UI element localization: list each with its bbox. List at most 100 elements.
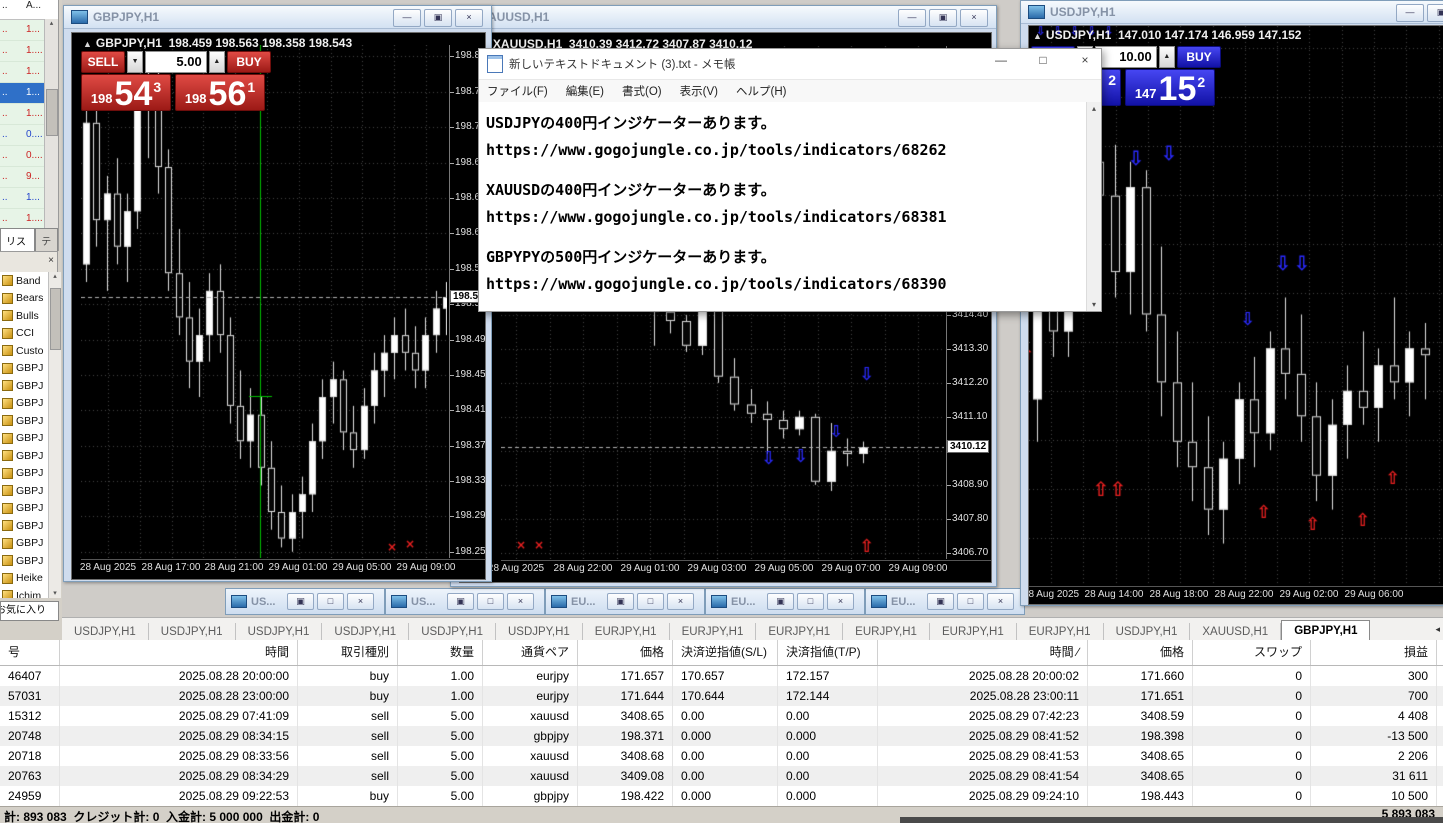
close-button[interactable]: × (667, 593, 694, 610)
market-watch-col-ask[interactable]: A... (26, 0, 46, 19)
maximize-button[interactable]: □ (1033, 53, 1053, 67)
column-header[interactable]: 時間 (60, 640, 298, 665)
restore-button[interactable]: ▣ (287, 593, 314, 610)
scroll-up-icon[interactable]: ▴ (1087, 104, 1101, 113)
restore-button[interactable]: ▣ (447, 593, 474, 610)
close-icon[interactable]: × (48, 255, 54, 266)
table-row[interactable]: 20763 2025.08.29 08:34:29 sell 5.00 xauusd 34… (0, 766, 1443, 786)
buy-price-display[interactable]: 147 15 2 (1125, 69, 1215, 106)
horizontal-scrollbar[interactable] (900, 817, 1443, 823)
column-header[interactable]: 号 (0, 640, 60, 665)
chart-tab-9-eurjpy-h1[interactable]: EURJPY,H1 (843, 623, 930, 641)
scroll-down-icon[interactable]: ▾ (49, 589, 61, 597)
menu-item[interactable]: 編集(E) (566, 83, 604, 99)
tab-overflow-icon[interactable]: ◂ (1435, 624, 1440, 635)
close-button[interactable]: × (1075, 53, 1095, 67)
chart-tab-2-usdjpy-h1[interactable]: USDJPY,H1 (236, 623, 323, 641)
close-button[interactable]: × (827, 593, 854, 610)
column-header[interactable]: 取引種別 (298, 640, 398, 665)
column-header[interactable]: スワップ (1193, 640, 1311, 665)
volume-input[interactable]: 5.00 (145, 51, 207, 73)
chart-tab-5-usdjpy-h1[interactable]: USDJPY,H1 (496, 623, 583, 641)
chart-area-gbpjpy[interactable]: ▲ GBPJPY,H1 198.459 198.563 198.358 198.5… (71, 32, 486, 580)
close-button[interactable]: × (987, 593, 1014, 610)
minimized-chart-window[interactable]: EU... ▣ □ × (705, 588, 865, 615)
chart-tab-6-eurjpy-h1[interactable]: EURJPY,H1 (583, 623, 670, 641)
market-watch-header[interactable]: .. A... (0, 0, 58, 20)
restore-button[interactable]: ▣ (1427, 4, 1443, 22)
minimize-button[interactable]: — (1396, 4, 1424, 22)
collapse-icon[interactable]: ▲ (1033, 31, 1042, 41)
chart-tab-7-eurjpy-h1[interactable]: EURJPY,H1 (670, 623, 757, 641)
column-header[interactable]: 損益 (1311, 640, 1437, 665)
close-button[interactable]: × (507, 593, 534, 610)
chart-tab-14-gbpjpy-h1[interactable]: GBPJPY,H1 (1281, 620, 1371, 641)
minimized-chart-window[interactable]: EU... ▣ □ × (865, 588, 1025, 615)
menu-item[interactable]: ファイル(F) (487, 83, 548, 99)
restore-button[interactable]: ▣ (767, 593, 794, 610)
restore-button[interactable]: ▣ (929, 9, 957, 27)
titlebar-gbpjpy[interactable]: GBPJPY,H1 — ▣ × (64, 6, 491, 29)
close-button[interactable]: × (960, 9, 988, 27)
notepad-titlebar[interactable]: 新しいテキストドキュメント (3).txt - メモ帳 — □ × (479, 49, 1101, 80)
market-watch-scrollbar[interactable]: ▴ (44, 19, 58, 228)
chart-tab-12-usdjpy-h1[interactable]: USDJPY,H1 (1104, 623, 1191, 641)
maximize-button[interactable]: □ (317, 593, 344, 610)
table-row[interactable]: 57031 2025.08.28 23:00:00 buy 1.00 eurjpy 171… (0, 686, 1443, 706)
maximize-button[interactable]: □ (797, 593, 824, 610)
notepad-scrollbar[interactable]: ▴ ▾ (1086, 102, 1101, 311)
menu-item[interactable]: ヘルプ(H) (736, 83, 786, 99)
restore-button[interactable]: ▣ (607, 593, 634, 610)
titlebar-xauusd[interactable]: XAUUSD,H1 — ▣ × (451, 6, 996, 29)
table-row[interactable]: 24959 2025.08.29 09:22:53 buy 5.00 gbpjpy 198… (0, 786, 1443, 806)
close-button[interactable]: × (347, 593, 374, 610)
column-header[interactable]: 決済逆指値(S/L) (673, 640, 778, 665)
scroll-up-icon[interactable]: ▴ (50, 20, 54, 27)
sell-button[interactable]: SELL (81, 51, 125, 73)
minimized-chart-window[interactable]: US... ▣ □ × (225, 588, 385, 615)
column-header[interactable]: 通貨ペア (483, 640, 578, 665)
maximize-button[interactable]: □ (637, 593, 664, 610)
candlestick-chart-gbpjpy[interactable] (81, 45, 447, 558)
close-button[interactable]: × (455, 9, 483, 27)
menu-item[interactable]: 書式(O) (622, 83, 662, 99)
table-row[interactable]: 20718 2025.08.29 08:33:56 sell 5.00 xauusd 34… (0, 746, 1443, 766)
volume-input[interactable]: 10.00 (1095, 46, 1157, 68)
buy-button[interactable]: BUY (227, 51, 271, 73)
tab-favorites[interactable]: お気に入り (0, 601, 59, 621)
scrollbar-thumb[interactable] (50, 288, 61, 350)
sell-price-display[interactable]: 198 54 3 (81, 74, 171, 111)
minimize-button[interactable]: — (898, 9, 926, 27)
buy-price-display[interactable]: 198 56 1 (175, 74, 265, 111)
scrollbar-thumb[interactable] (46, 89, 58, 136)
scroll-up-icon[interactable]: ▴ (53, 273, 57, 280)
chart-tab-3-usdjpy-h1[interactable]: USDJPY,H1 (322, 623, 410, 641)
minimize-button[interactable]: — (991, 53, 1011, 67)
tab-tick[interactable]: ティ (35, 228, 58, 251)
chart-tab-10-eurjpy-h1[interactable]: EURJPY,H1 (930, 623, 1017, 641)
table-row[interactable]: 20748 2025.08.29 08:34:15 sell 5.00 gbpjpy 19… (0, 726, 1443, 746)
column-header[interactable]: 時間 ∕ (878, 640, 1088, 665)
chart-tab-8-eurjpy-h1[interactable]: EURJPY,H1 (756, 623, 844, 641)
volume-up-icon[interactable]: ▲ (208, 51, 226, 73)
volume-down-icon[interactable]: ▼ (126, 51, 144, 73)
restore-button[interactable]: ▣ (424, 9, 452, 27)
minimized-chart-window[interactable]: US... ▣ □ × (385, 588, 545, 615)
column-header[interactable]: 数量 (398, 640, 483, 665)
buy-button[interactable]: BUY (1177, 46, 1221, 68)
chart-tab-0-usdjpy-h1[interactable]: USDJPY,H1 (62, 623, 149, 641)
volume-up-icon[interactable]: ▲ (1158, 46, 1176, 68)
chart-tab-11-eurjpy-h1[interactable]: EURJPY,H1 (1017, 623, 1104, 641)
restore-button[interactable]: ▣ (927, 593, 954, 610)
column-header[interactable]: 価格 (1088, 640, 1193, 665)
chart-tab-4-usdjpy-h1[interactable]: USDJPY,H1 (409, 623, 496, 641)
maximize-button[interactable]: □ (477, 593, 504, 610)
minimize-button[interactable]: — (393, 9, 421, 27)
table-row[interactable]: 15312 2025.08.29 07:41:09 sell 5.00 xauusd 34… (0, 706, 1443, 726)
chart-tab-1-usdjpy-h1[interactable]: USDJPY,H1 (149, 623, 236, 641)
navigator-scrollbar[interactable]: ▴ ▾ (48, 272, 61, 598)
column-header[interactable]: 価格 (578, 640, 673, 665)
maximize-button[interactable]: □ (957, 593, 984, 610)
minimized-chart-window[interactable]: EU... ▣ □ × (545, 588, 705, 615)
titlebar-usdjpy[interactable]: USDJPY,H1 — ▣ × (1021, 1, 1443, 24)
